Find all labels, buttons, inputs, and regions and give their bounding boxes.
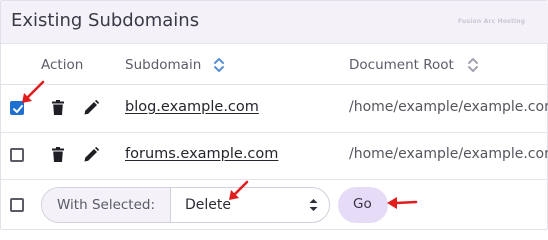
column-header-subdomain[interactable]: Subdomain (125, 57, 201, 73)
go-button-label: Go (353, 196, 372, 212)
subdomain-link[interactable]: forums.example.com (125, 146, 278, 162)
red-arrow-icon (387, 197, 418, 209)
sort-icon[interactable] (213, 56, 225, 74)
sort-icon[interactable] (467, 56, 479, 74)
subdomains-panel: Existing Subdomains Fusion Arc Hosting A… (0, 0, 548, 230)
document-root-value: /home/example/example.com (349, 99, 548, 115)
pencil-icon[interactable] (84, 100, 99, 115)
column-header-document-root[interactable]: Document Root (349, 57, 454, 73)
go-button[interactable]: Go (338, 187, 388, 223)
red-arrow-icon (22, 80, 45, 103)
row-checkbox[interactable] (10, 148, 24, 162)
trash-icon[interactable] (52, 100, 64, 115)
pencil-icon[interactable] (84, 147, 99, 162)
panel-header: Existing Subdomains Fusion Arc Hosting (1, 1, 548, 44)
trash-icon[interactable] (52, 147, 64, 162)
with-selected-label-box: With Selected: (42, 188, 171, 222)
table-row: blog.example.com /home/example/example.c… (1, 85, 548, 133)
select-all-checkbox[interactable] (10, 198, 24, 212)
table-header: Action Subdomain Document Root (1, 45, 548, 85)
with-selected-control: With Selected: Delete (41, 187, 330, 223)
bulk-action-row: With Selected: Delete Go (1, 179, 548, 231)
with-selected-label: With Selected: (57, 197, 156, 213)
panel-title: Existing Subdomains (11, 10, 200, 31)
subdomain-link[interactable]: blog.example.com (125, 99, 259, 115)
updown-chevron-icon[interactable] (309, 198, 318, 212)
column-header-action: Action (41, 57, 84, 73)
red-arrow-icon (229, 180, 249, 200)
watermark: Fusion Arc Hosting (458, 18, 526, 25)
document-root-value: /home/example/example.com (349, 146, 548, 162)
table-row: forums.example.com /home/example/example… (1, 132, 548, 180)
